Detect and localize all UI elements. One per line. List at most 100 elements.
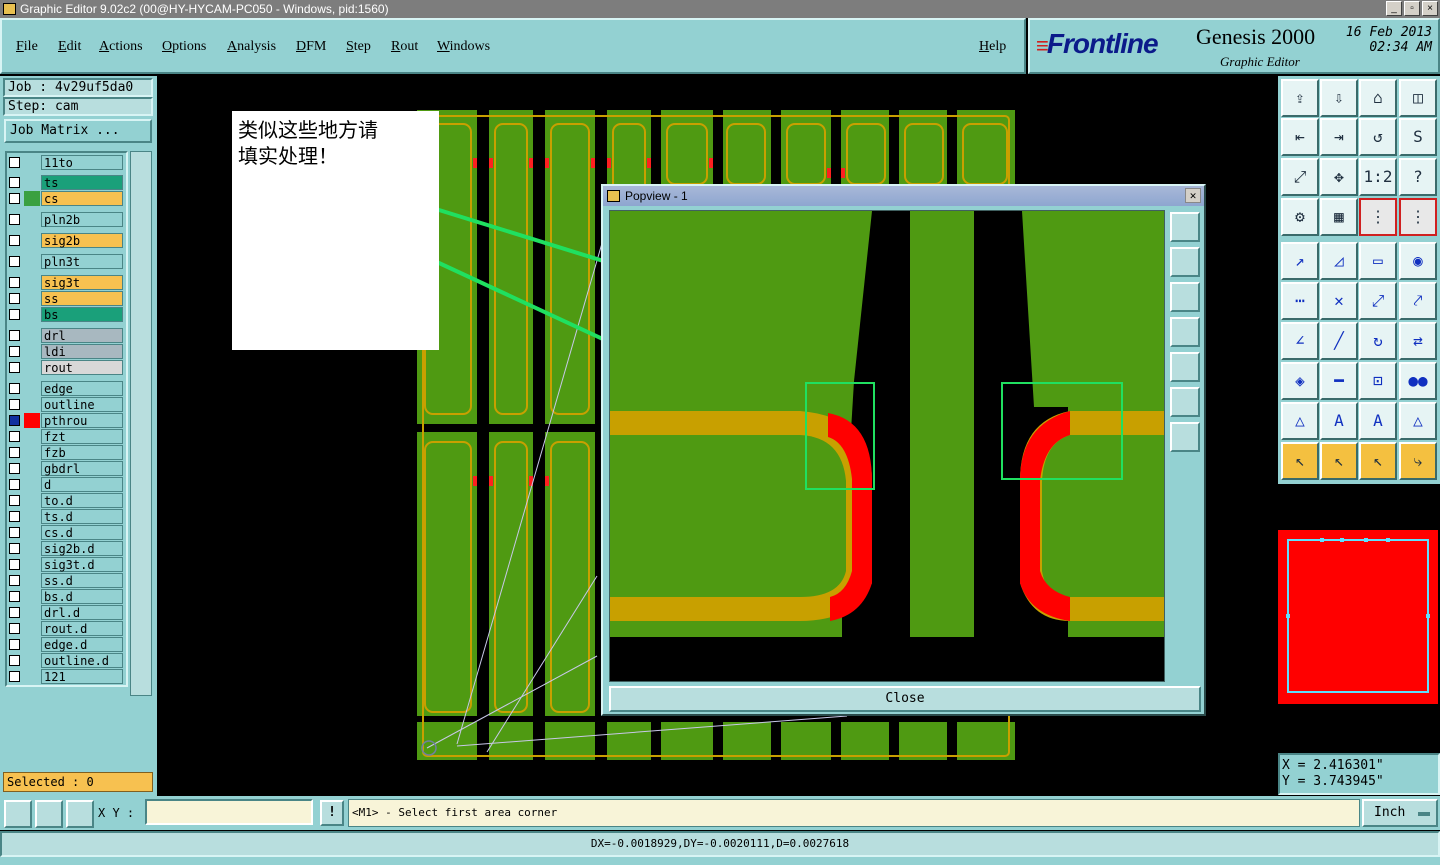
home-icon[interactable]: ⌂ [1359, 79, 1397, 117]
ruler-icon[interactable]: ▭ [1359, 242, 1397, 280]
layer-checkbox[interactable] [9, 623, 20, 634]
restore-button[interactable]: ▫ [1404, 1, 1420, 16]
layer-row-pln2b[interactable]: pln2b [6, 212, 124, 227]
triangle-up-icon[interactable]: △ [1281, 402, 1319, 440]
popview-pan-right-button[interactable] [1170, 352, 1200, 382]
grid-view-icon[interactable]: ▦ [1320, 198, 1358, 236]
route-icon[interactable]: ⤷ [1399, 442, 1437, 480]
popview-zoom-out-button[interactable] [1170, 422, 1200, 452]
triangle-c-icon[interactable]: △ [1399, 402, 1437, 440]
layer-row-fzb[interactable]: fzb [6, 445, 124, 460]
layer-row-ts-d[interactable]: ts.d [6, 509, 124, 524]
layers-alt-icon[interactable]: ⋮ [1399, 198, 1437, 236]
layer-checkbox[interactable] [9, 293, 20, 304]
layer-checkbox[interactable] [9, 575, 20, 586]
mirror-icon[interactable]: ⇄ [1399, 322, 1437, 360]
layer-row-11to[interactable]: 11to [6, 155, 124, 170]
menu-rout[interactable]: Rout [391, 39, 418, 55]
layer-row-ldi[interactable]: ldi [6, 344, 124, 359]
layer-checkbox[interactable] [9, 591, 20, 602]
tools-icon[interactable]: ⚙ [1281, 198, 1319, 236]
layer-row-outline-d[interactable]: outline.d [6, 653, 124, 668]
layer-checkbox[interactable] [9, 431, 20, 442]
menu-options[interactable]: Options [162, 39, 206, 55]
cut-line-icon[interactable]: ━ [1320, 362, 1358, 400]
layer-row-edge-d[interactable]: edge.d [6, 637, 124, 652]
attach-pad-icon[interactable]: ◈ [1281, 362, 1319, 400]
popview-pan-down-button[interactable] [1170, 282, 1200, 312]
layer-row-drl[interactable]: drl [6, 328, 124, 343]
popview-pan-left-button[interactable] [1170, 317, 1200, 347]
pointer-icon[interactable]: ↖ [1281, 442, 1319, 480]
layer-row-pthrou[interactable]: pthrou [6, 413, 124, 428]
slash-icon[interactable]: ╱ [1320, 322, 1358, 360]
layer-checkbox[interactable] [9, 362, 20, 373]
menu-analysis[interactable]: Analysis [227, 39, 276, 55]
add-feature-icon[interactable]: ↗ [1281, 242, 1319, 280]
split-view-icon[interactable]: ◫ [1399, 79, 1437, 117]
menu-edit[interactable]: Edit [58, 39, 81, 55]
layer-checkbox[interactable] [9, 235, 20, 246]
copy-circles-icon[interactable]: ●● [1399, 362, 1437, 400]
layer-checkbox[interactable] [9, 157, 20, 168]
layer-checkbox[interactable] [9, 479, 20, 490]
triangle-a-icon[interactable]: A [1320, 402, 1358, 440]
close-window-button[interactable]: × [1422, 1, 1438, 16]
layer-checkbox[interactable] [9, 346, 20, 357]
alert-button[interactable]: ! [320, 800, 344, 826]
popview-canvas[interactable] [609, 210, 1165, 682]
unit-select[interactable]: Inch [1362, 799, 1438, 827]
layer-row-121[interactable]: 121 [6, 669, 124, 684]
layer-checkbox[interactable] [9, 559, 20, 570]
popview-close-button[interactable]: Close [609, 686, 1201, 712]
layer-checkbox[interactable] [9, 399, 20, 410]
layer-row-cs-d[interactable]: cs.d [6, 525, 124, 540]
layer-checkbox[interactable] [9, 309, 20, 320]
xy-input[interactable] [145, 799, 313, 825]
layer-checkbox[interactable] [9, 527, 20, 538]
layer-row-rout[interactable]: rout [6, 360, 124, 375]
layer-checkbox[interactable] [9, 511, 20, 522]
layer-checkbox[interactable] [9, 607, 20, 618]
rotate-icon[interactable]: ↻ [1359, 322, 1397, 360]
layer-row-fzt[interactable]: fzt [6, 429, 124, 444]
layer-row-bs-d[interactable]: bs.d [6, 589, 124, 604]
layer-checkbox[interactable] [9, 415, 20, 426]
draw-line-icon[interactable]: ◿ [1320, 242, 1358, 280]
layer-row-ss[interactable]: ss [6, 291, 124, 306]
overview-map[interactable] [1278, 530, 1438, 704]
import-icon[interactable]: ⇤ [1281, 118, 1319, 156]
layer-checkbox[interactable] [9, 495, 20, 506]
layer-row-sig3t[interactable]: sig3t [6, 275, 124, 290]
select-arrow-icon[interactable]: ↖ [1359, 442, 1397, 480]
layer-row-bs[interactable]: bs [6, 307, 124, 322]
select-box-icon[interactable]: ↖ [1320, 442, 1358, 480]
minimize-button[interactable]: _ [1386, 1, 1402, 16]
undo-redo-icon[interactable]: ↺ [1359, 118, 1397, 156]
triangle-b-icon[interactable]: A [1359, 402, 1397, 440]
layer-checkbox[interactable] [9, 256, 20, 267]
layer-checkbox[interactable] [9, 671, 20, 682]
grid-icon[interactable] [66, 800, 94, 828]
layer-checkbox[interactable] [9, 383, 20, 394]
measure-icon[interactable] [35, 800, 63, 828]
layer-row-outline[interactable]: outline [6, 397, 124, 412]
popview-close-icon[interactable]: ✕ [1185, 188, 1201, 203]
menu-actions[interactable]: Actions [99, 39, 143, 55]
layer-row-drl-d[interactable]: drl.d [6, 605, 124, 620]
snap-icon[interactable]: S [1399, 118, 1437, 156]
layer-checkbox[interactable] [9, 193, 20, 204]
menu-dfm[interactable]: DFM [296, 39, 326, 55]
layer-row-gbdrl[interactable]: gbdrl [6, 461, 124, 476]
save-icon[interactable]: ⇩ [1320, 79, 1358, 117]
layers-panel-icon[interactable]: ⋮ [1359, 198, 1397, 236]
cross-icon[interactable]: ✕ [1320, 282, 1358, 320]
measure-box-icon[interactable]: ⊡ [1359, 362, 1397, 400]
node-graph-icon[interactable]: ⋯ [1281, 282, 1319, 320]
fit-screen-icon[interactable]: ⤢ [1281, 158, 1319, 196]
layer-row-rout-d[interactable]: rout.d [6, 621, 124, 636]
select-pad-icon[interactable]: ◉ [1399, 242, 1437, 280]
layer-row-cs[interactable]: cs [6, 191, 124, 206]
layer-checkbox[interactable] [9, 277, 20, 288]
popview-zoom-home-button[interactable] [1170, 212, 1200, 242]
